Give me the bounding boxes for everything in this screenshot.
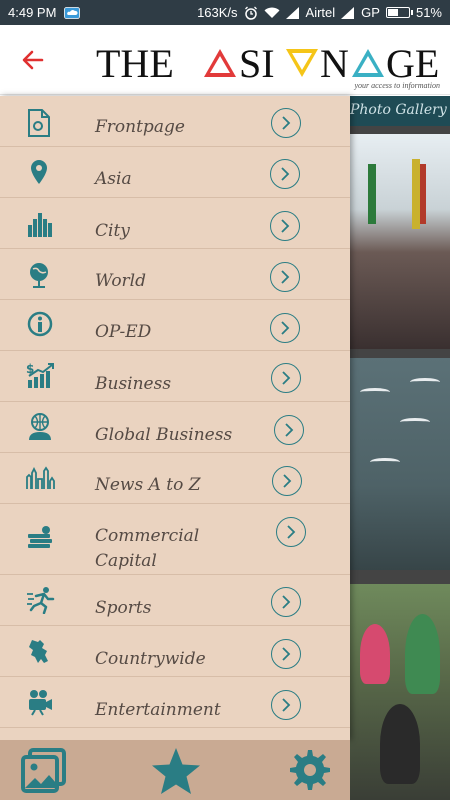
status-bar: 4:49 PM 163K/s Airtel GP 51% — [0, 0, 450, 25]
wifi-icon — [264, 7, 280, 19]
country-map-icon — [26, 637, 56, 667]
back-button[interactable] — [18, 45, 48, 75]
menu-label: Business — [95, 374, 172, 394]
location-pin-icon — [26, 158, 56, 188]
global-business-icon — [26, 412, 56, 442]
menu-item-business[interactable]: $ Business — [0, 351, 350, 402]
asian-age-logo-icon: THE SI N GE — [96, 41, 439, 86]
alarm-icon — [244, 6, 258, 20]
menu-item-countrywide[interactable]: Countrywide — [0, 626, 350, 677]
chevron-right-icon[interactable] — [270, 211, 300, 241]
svg-text:THE: THE — [96, 41, 174, 83]
menu-label: Global Business — [95, 425, 233, 445]
settings-button[interactable] — [284, 746, 334, 796]
menu-item-commercial-capital[interactable]: Commercial Capital — [0, 504, 350, 575]
app-header: THE SI N GE your access to information — [0, 25, 450, 95]
chevron-right-icon[interactable] — [272, 466, 302, 496]
gear-icon — [290, 750, 330, 790]
landmarks-icon — [26, 465, 56, 495]
chevron-right-icon[interactable] — [271, 108, 301, 138]
chevron-right-icon[interactable] — [271, 690, 301, 720]
battery-icon — [385, 7, 413, 18]
svg-text:GE: GE — [386, 41, 439, 83]
video-camera-icon — [26, 688, 56, 718]
menu-label: Frontpage — [95, 117, 185, 137]
signal-icon-2 — [341, 6, 355, 19]
network-type: GP — [361, 5, 380, 20]
carrier-name: Airtel — [305, 5, 336, 20]
globe-icon — [26, 260, 56, 290]
money-stack-icon — [26, 524, 56, 554]
info-icon — [26, 310, 56, 340]
city-skyline-icon — [26, 209, 56, 239]
chevron-right-icon[interactable] — [271, 639, 301, 669]
chevron-right-icon[interactable] — [270, 159, 300, 189]
gallery-photo — [350, 584, 450, 800]
svg-text:N: N — [320, 41, 349, 83]
chevron-right-icon[interactable] — [276, 517, 306, 547]
document-icon — [26, 108, 56, 138]
gallery-icon — [21, 748, 66, 793]
menu-label: OP-ED — [95, 322, 152, 342]
status-time: 4:49 PM — [8, 5, 57, 20]
network-speed: 163K/s — [197, 5, 238, 20]
menu-label: World — [95, 271, 146, 291]
menu-item-news-a-to-z[interactable]: News A to Z — [0, 453, 350, 504]
menu-label: Entertainment — [95, 700, 221, 720]
menu-label: News A to Z — [95, 475, 201, 495]
cloud-icon — [64, 6, 81, 19]
menu-item-city[interactable]: City — [0, 198, 350, 249]
gallery-photo — [350, 358, 450, 570]
menu-label: City — [95, 221, 130, 241]
runner-icon — [26, 586, 56, 616]
logo-tagline: your access to information — [354, 81, 440, 90]
svg-text:SI: SI — [239, 41, 275, 83]
background-content: Photo Gallery — [350, 96, 450, 800]
drawer-bottom-bar — [0, 740, 350, 800]
chevron-right-icon[interactable] — [274, 415, 304, 445]
chevron-right-icon[interactable] — [271, 363, 301, 393]
gallery-photo — [350, 134, 450, 349]
back-arrow-icon — [22, 50, 44, 70]
menu-label: Sports — [95, 598, 152, 618]
menu-item-sports[interactable]: Sports — [0, 575, 350, 626]
signal-icon — [285, 6, 300, 19]
menu-item-world[interactable]: World — [0, 249, 350, 300]
menu-item-asia[interactable]: Asia — [0, 147, 350, 198]
photo-gallery-label: Photo Gallery — [350, 96, 450, 126]
menu-item-entertainment[interactable]: Entertainment — [0, 677, 350, 728]
chevron-right-icon[interactable] — [270, 313, 300, 343]
menu-label: Countrywide — [95, 649, 206, 669]
menu-item-frontpage[interactable]: Frontpage — [0, 96, 350, 147]
navigation-drawer: Frontpage Asia City World OP-ED $ Busine… — [0, 96, 350, 740]
app-logo: THE SI N GE your access to information — [96, 39, 446, 91]
battery-percent: 51% — [415, 5, 442, 20]
star-icon — [152, 748, 200, 794]
menu-label: Asia — [95, 169, 132, 189]
favorites-button[interactable] — [150, 746, 200, 796]
menu-label: Commercial Capital — [95, 526, 200, 571]
menu-item-op-ed[interactable]: OP-ED — [0, 300, 350, 351]
chevron-right-icon[interactable] — [270, 262, 300, 292]
chevron-right-icon[interactable] — [271, 587, 301, 617]
photo-gallery-button[interactable] — [20, 746, 70, 796]
menu-item-global-business[interactable]: Global Business — [0, 402, 350, 453]
growth-chart-icon: $ — [26, 362, 56, 392]
